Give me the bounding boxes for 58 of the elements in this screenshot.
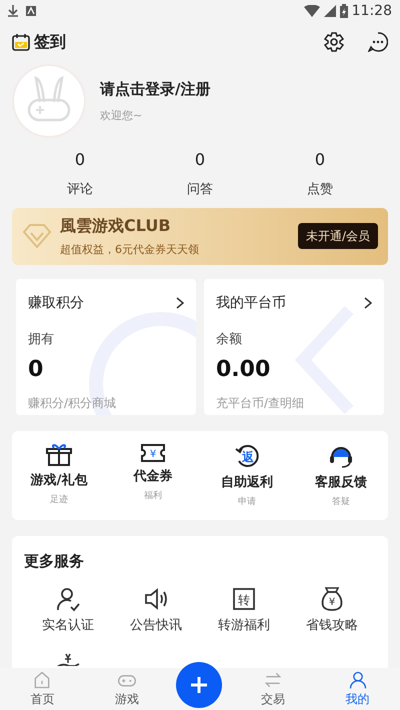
service-label[interactable]: 转游福利	[218, 616, 270, 636]
calendar-icon	[12, 33, 30, 51]
club-title: 風雲游戏CLUB	[60, 214, 172, 237]
diamond-icon	[22, 223, 52, 249]
login-link[interactable]: 请点击登录/注册	[100, 78, 210, 100]
section-title: 更多服务	[24, 550, 85, 572]
nav-tab[interactable]: 交易	[230, 668, 316, 710]
balance-label: 拥有	[28, 330, 55, 348]
balance-label: 余额	[216, 330, 243, 348]
stat-count: 0	[74, 149, 86, 171]
club-banner[interactable]: 風雲游戏CLUB 超值权益，6元代金券天天领 未开通/会员	[12, 208, 388, 264]
coin-hand-icon[interactable]	[55, 652, 81, 666]
plus-icon	[189, 675, 209, 695]
shortcut-caption: 答疑	[332, 496, 350, 509]
add-button[interactable]	[176, 662, 222, 708]
app-icon	[26, 6, 36, 16]
nav-tab[interactable]: 我的	[315, 668, 400, 710]
wallet-card[interactable]: 我的平台币 余额 0.00 充平台币/查明细	[204, 278, 384, 414]
wallet-card[interactable]: 赚取积分 拥有 0 赚积分/积分商城	[16, 278, 196, 414]
wifi-icon	[304, 5, 320, 17]
check-in-button[interactable]: 签到	[12, 30, 66, 54]
service-label[interactable]: 实名认证	[42, 616, 94, 636]
download-icon	[8, 5, 18, 17]
chevron-icon[interactable]	[364, 297, 372, 309]
boxed-glyph-icon[interactable]: 转	[231, 586, 257, 612]
user-check-icon[interactable]	[55, 586, 81, 612]
membership-button[interactable]: 未开通/会员	[298, 223, 378, 249]
gift-icon[interactable]	[46, 442, 72, 466]
stat-label[interactable]: 点赞	[307, 180, 333, 200]
signal-icon	[324, 5, 336, 17]
balance-value: 0	[28, 356, 44, 384]
welcome-text: 欢迎您~	[100, 108, 144, 124]
shortcut-label[interactable]: 自助返利	[221, 472, 273, 492]
stat-count: 0	[194, 149, 206, 171]
message-icon[interactable]	[368, 32, 388, 52]
stat-label[interactable]: 评论	[67, 180, 93, 200]
shortcut-caption: 申请	[238, 496, 256, 509]
shortcut-caption: 足迹	[50, 494, 68, 507]
stat-count: 0	[314, 149, 326, 171]
battery-icon	[340, 4, 348, 18]
ticket-icon[interactable]: ¥	[140, 442, 166, 462]
card-title: 我的平台币	[216, 294, 286, 312]
shortcut-caption: 福利	[144, 490, 162, 503]
settings-icon[interactable]	[324, 32, 344, 52]
nav-tab[interactable]: 游戏	[84, 668, 170, 710]
balance-value: 0.00	[216, 356, 272, 384]
card-title: 赚取积分	[28, 294, 84, 312]
speaker-icon[interactable]	[143, 586, 169, 612]
chevron-icon[interactable]	[176, 297, 184, 309]
service-label[interactable]: 公告快讯	[130, 616, 182, 636]
stat-label[interactable]: 问答	[187, 180, 213, 200]
shortcut-label[interactable]: 游戏/礼包	[30, 470, 88, 490]
shortcut-label[interactable]: 客服反馈	[315, 472, 367, 492]
service-label[interactable]: 省钱攻略	[306, 616, 358, 636]
nav-tab[interactable]: 首页	[0, 668, 85, 710]
status-time: 11:28	[352, 2, 392, 20]
shortcut-label[interactable]: 代金券	[134, 466, 172, 486]
club-subtitle: 超值权益，6元代金券天天领	[60, 242, 200, 258]
